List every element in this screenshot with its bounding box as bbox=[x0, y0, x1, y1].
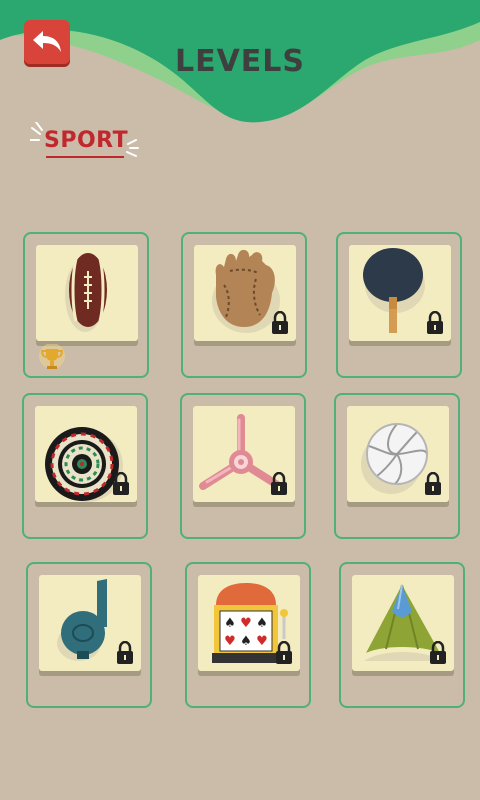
svg-text:♠: ♠ bbox=[240, 634, 252, 649]
trophy-icon bbox=[39, 344, 65, 369]
lock-icon bbox=[271, 472, 287, 495]
lock-icon bbox=[117, 641, 133, 664]
svg-text:♥: ♥ bbox=[240, 616, 252, 631]
svg-text:♥: ♥ bbox=[256, 634, 268, 649]
svg-text:♠: ♠ bbox=[256, 616, 268, 631]
level-card-6[interactable] bbox=[334, 393, 460, 539]
level-tile-6 bbox=[347, 406, 449, 502]
level-card-9[interactable] bbox=[339, 562, 465, 708]
page-title: LEVELS bbox=[174, 44, 306, 79]
level-card-2[interactable] bbox=[181, 232, 307, 378]
svg-text:♥: ♥ bbox=[224, 634, 236, 649]
level-tile-1 bbox=[36, 245, 138, 341]
level-card-1[interactable] bbox=[23, 232, 149, 378]
level-tile-3 bbox=[349, 245, 451, 341]
lock-icon bbox=[427, 311, 443, 334]
lock-icon bbox=[425, 472, 441, 495]
level-card-8[interactable]: ♠ ♥ ♠ ♥ ♠ ♥ bbox=[185, 562, 311, 708]
category-underline bbox=[46, 156, 124, 158]
lock-icon bbox=[276, 641, 292, 664]
level-tile-2 bbox=[194, 245, 296, 341]
category-badge: SPORT bbox=[30, 122, 140, 162]
svg-text:♠: ♠ bbox=[224, 616, 236, 631]
level-tile-7 bbox=[39, 575, 141, 671]
lock-icon bbox=[272, 311, 288, 334]
lock-icon bbox=[113, 472, 129, 495]
levels-screen: LEVELS SPORT ♠ ♥ ♠ ♥ ♠ ♥ bbox=[0, 0, 480, 800]
category-label: SPORT bbox=[44, 128, 129, 153]
lock-icon bbox=[430, 641, 446, 664]
level-card-3[interactable] bbox=[336, 232, 462, 378]
level-tile-5 bbox=[193, 406, 295, 502]
level-card-7[interactable] bbox=[26, 562, 152, 708]
level-tile-4 bbox=[35, 406, 137, 502]
level-tile-8: ♠ ♥ ♠ ♥ ♠ ♥ bbox=[198, 575, 300, 671]
american-football-icon bbox=[65, 253, 107, 332]
level-card-4[interactable] bbox=[22, 393, 148, 539]
level-tile-9 bbox=[352, 575, 454, 671]
level-card-5[interactable] bbox=[180, 393, 306, 539]
